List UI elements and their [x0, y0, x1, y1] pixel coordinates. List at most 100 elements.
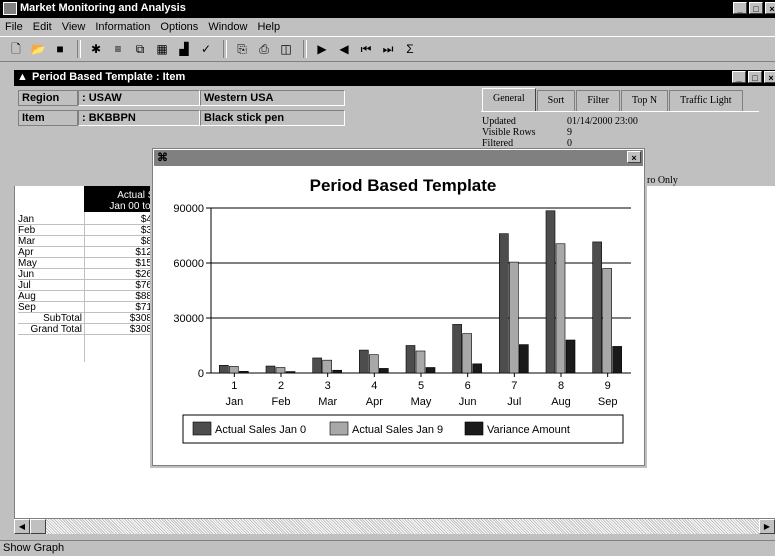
grid-row-label[interactable]: Feb	[18, 225, 84, 236]
menu-bar: File Edit View Information Options Windo…	[0, 18, 775, 36]
tab-strip: General Sort Filter Top N Traffic Light	[482, 88, 744, 111]
tab-traffic-light[interactable]: Traffic Light	[669, 90, 743, 111]
grid-row-label[interactable]: Mar	[18, 236, 84, 247]
bar	[219, 365, 229, 374]
menu-information[interactable]: Information	[90, 21, 155, 33]
graph-app-icon: ⌘	[157, 152, 168, 164]
scroll-left-button[interactable]: ◀	[14, 519, 30, 534]
tab-filter[interactable]: Filter	[576, 90, 620, 111]
close-button[interactable]: ×	[765, 2, 775, 14]
x-tick-number: 1	[231, 380, 237, 392]
grid-cell-value: $26	[84, 269, 152, 280]
updated-label: Updated	[482, 116, 516, 127]
menu-help[interactable]: Help	[252, 21, 285, 33]
export-icon[interactable]: ◫	[276, 40, 296, 58]
item-label: Item	[18, 110, 78, 126]
grid-cell-value: $8	[84, 236, 152, 247]
bar	[322, 359, 332, 374]
tab-general[interactable]: General	[482, 88, 536, 111]
back-icon[interactable]: ◀	[334, 40, 354, 58]
menu-file[interactable]: File	[0, 21, 28, 33]
app-icon	[3, 2, 17, 15]
open-icon[interactable]: 📂	[28, 40, 48, 58]
y-tick-label: 60000	[173, 258, 204, 270]
last-icon[interactable]: ⏭	[378, 40, 398, 58]
y-tick-label: 0	[198, 368, 204, 380]
x-tick-month: Aug	[551, 396, 571, 408]
bar	[265, 365, 276, 374]
bar	[462, 333, 472, 374]
menu-edit[interactable]: Edit	[28, 21, 57, 33]
grid-row-label[interactable]: Jan	[18, 214, 84, 225]
legend-label: Actual Sales Jan 9	[352, 424, 443, 436]
legend-label: Actual Sales Jan 0	[215, 424, 306, 436]
bar	[472, 363, 482, 374]
grid-row-label[interactable]: Jun	[18, 269, 84, 280]
bar	[379, 368, 389, 374]
grid-icon[interactable]: ▦	[152, 40, 172, 58]
bar	[312, 357, 322, 374]
toolbar-separator	[223, 40, 227, 58]
child-close-button[interactable]: ×	[764, 71, 775, 83]
region-code-field[interactable]: : USAW	[78, 90, 200, 106]
chart-title: Period Based Template	[310, 176, 497, 195]
x-tick-number: 9	[605, 380, 611, 392]
grid-row-label[interactable]: Sep	[18, 302, 84, 313]
x-tick-number: 7	[511, 380, 517, 392]
grid-row-label[interactable]: May	[18, 258, 84, 269]
grid-row-label[interactable]: Grand Total	[18, 324, 84, 335]
x-tick-number: 4	[371, 380, 377, 392]
scroll-thumb[interactable]	[30, 519, 46, 534]
run-icon[interactable]: ✱	[86, 40, 106, 58]
grid-row-label[interactable]: SubTotal	[18, 313, 84, 324]
scroll-right-button[interactable]: ▶	[759, 519, 775, 534]
bar	[602, 268, 612, 374]
clipboard-icon[interactable]: ⎘	[232, 40, 252, 58]
grid-cell-value: $88	[84, 291, 152, 302]
visible-rows-label: Visible Rows	[482, 127, 536, 138]
chart-icon[interactable]: ▟	[174, 40, 194, 58]
x-tick-number: 8	[558, 380, 564, 392]
menu-view[interactable]: View	[57, 21, 91, 33]
graph-close-button[interactable]: ×	[627, 151, 641, 163]
tab-sort[interactable]: Sort	[536, 90, 576, 111]
menu-options[interactable]: Options	[155, 21, 203, 33]
grid-row-label[interactable]: Jul	[18, 280, 84, 291]
check-icon[interactable]: ✓	[196, 40, 216, 58]
tree-icon[interactable]: ≡	[108, 40, 128, 58]
minimize-button[interactable]: _	[733, 2, 747, 14]
grid-row-label[interactable]: Aug	[18, 291, 84, 302]
x-tick-month: Mar	[318, 396, 337, 408]
new-icon[interactable]: 🗋	[6, 40, 26, 58]
x-tick-month: Jun	[459, 396, 477, 408]
item-code-field[interactable]: : BKBBPN	[78, 110, 200, 126]
save-icon[interactable]: ■	[50, 40, 70, 58]
x-tick-month: Jan	[225, 396, 243, 408]
horizontal-scrollbar[interactable]: ◀ ▶	[14, 518, 775, 534]
grid-cell-value: $71	[84, 302, 152, 313]
first-icon[interactable]: ⏮	[356, 40, 376, 58]
warning-icon: ▲	[17, 71, 28, 83]
scroll-track[interactable]	[30, 519, 759, 534]
region-label: Region	[18, 90, 78, 106]
child-minimize-button[interactable]: _	[732, 71, 746, 83]
x-tick-month: Sep	[598, 396, 618, 408]
grid-cell-value: $12	[84, 247, 152, 258]
legend-swatch	[464, 421, 484, 436]
child-maximize-button[interactable]: □	[748, 71, 762, 83]
toolbar-separator	[77, 40, 81, 58]
app-title-bar: Market Monitoring and Analysis _ □ ×	[0, 0, 775, 18]
sum-icon[interactable]: Σ	[400, 40, 420, 58]
zero-only-option[interactable]: ro Only	[647, 175, 678, 186]
bar	[452, 324, 462, 374]
bar	[405, 345, 416, 374]
maximize-button[interactable]: □	[749, 2, 763, 14]
bar	[499, 233, 509, 374]
print-icon[interactable]: ⎙	[254, 40, 274, 58]
copy-layout-icon[interactable]: ⧉	[130, 40, 150, 58]
x-tick-number: 2	[278, 380, 284, 392]
tab-top-n[interactable]: Top N	[621, 90, 669, 111]
menu-window[interactable]: Window	[203, 21, 252, 33]
grid-row-label[interactable]: Apr	[18, 247, 84, 258]
play-icon[interactable]: ▶	[312, 40, 332, 58]
